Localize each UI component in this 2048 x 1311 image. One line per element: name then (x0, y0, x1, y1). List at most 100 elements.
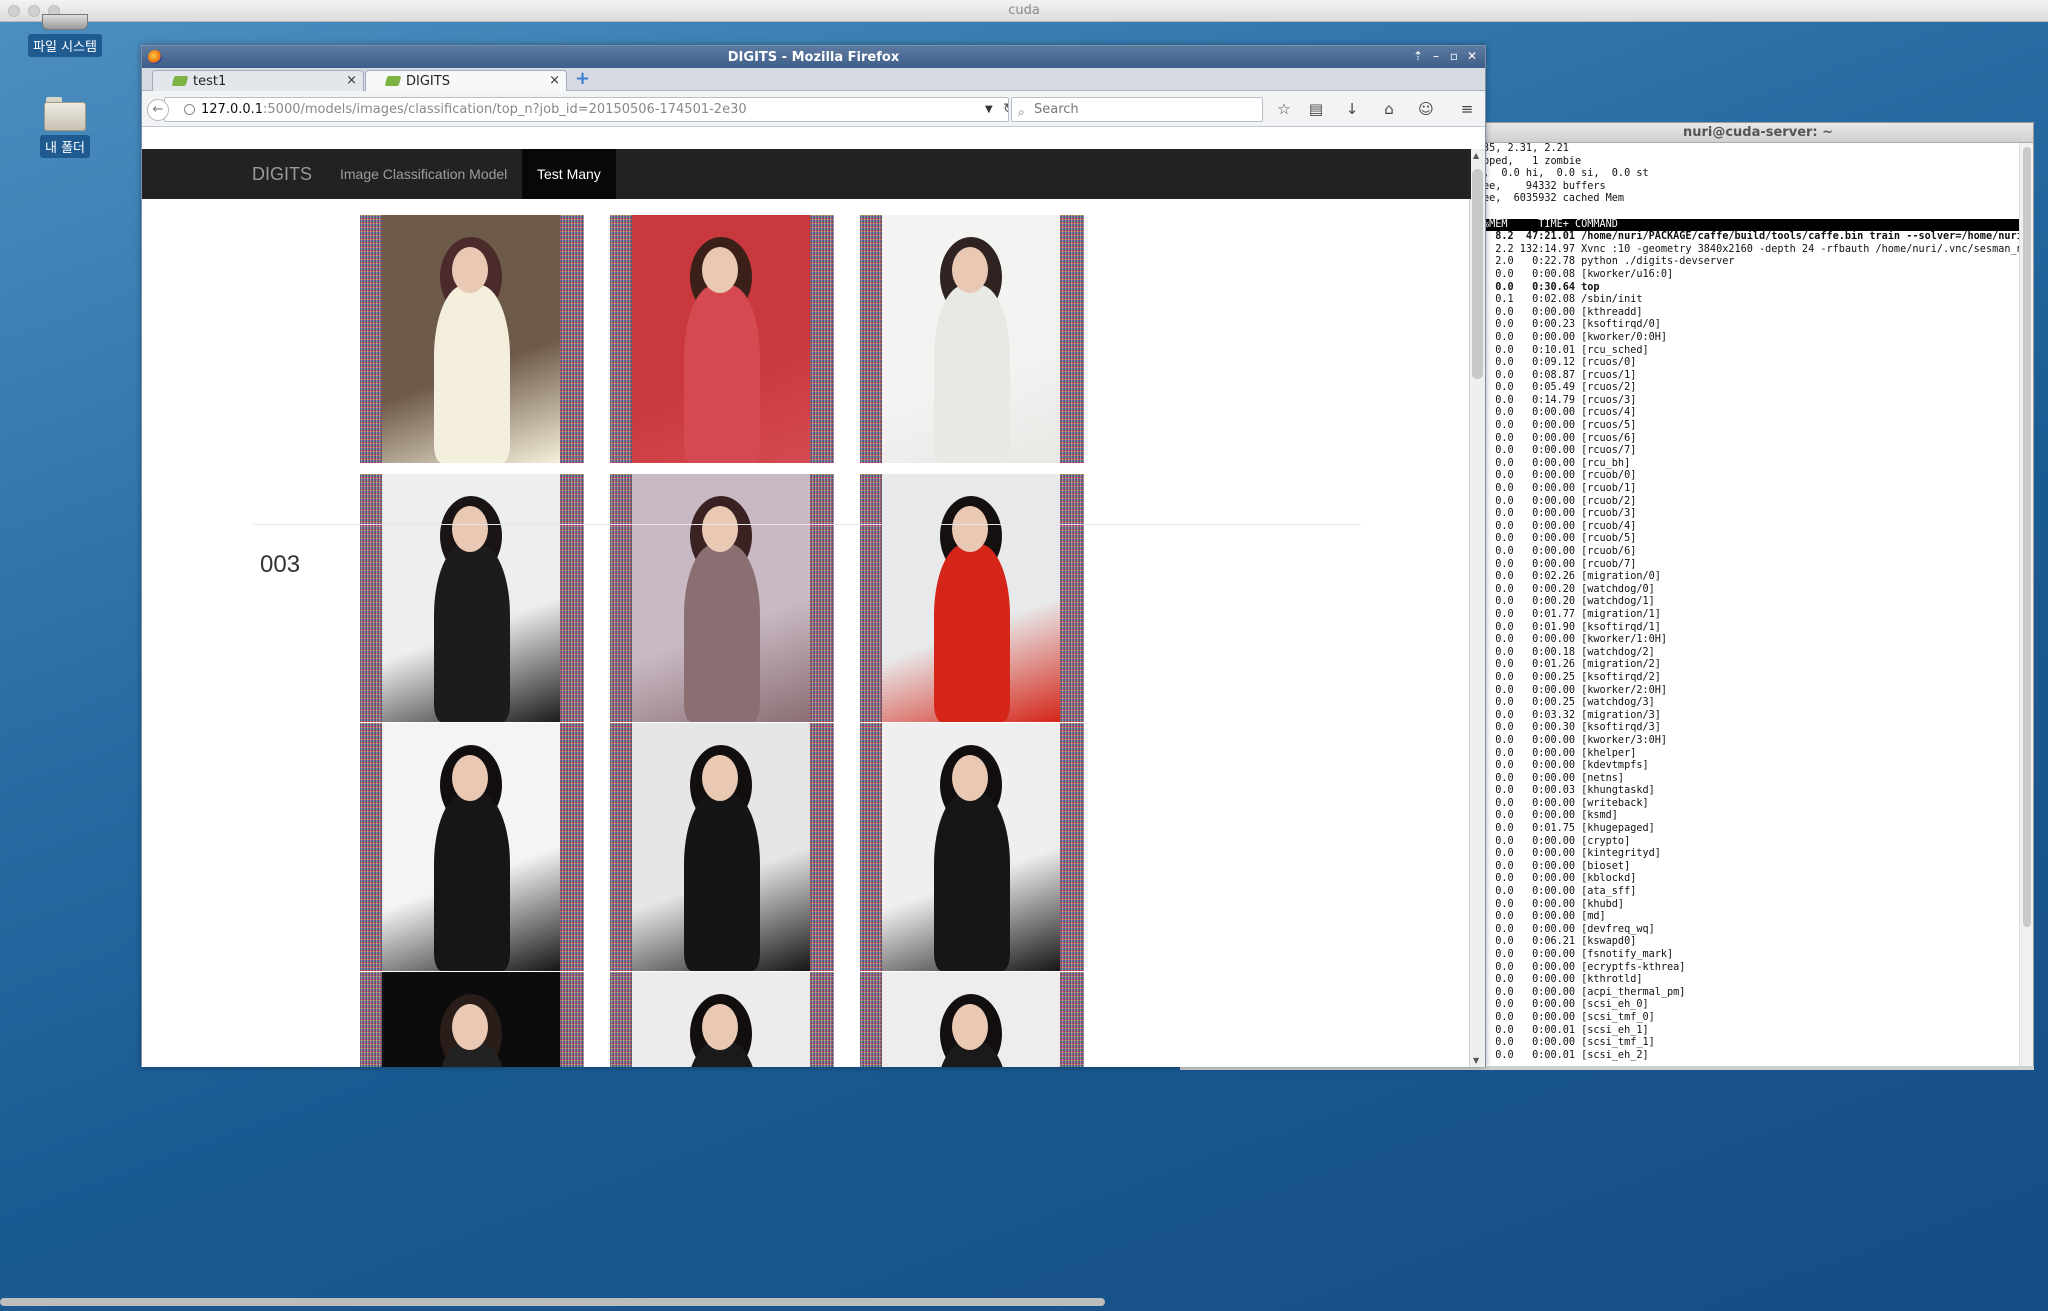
site-identity-icon[interactable] (184, 104, 195, 115)
back-icon[interactable]: ← (147, 99, 169, 121)
window-maximize-icon[interactable]: ▫ (1447, 48, 1461, 64)
figure-face (952, 755, 988, 801)
figure-silhouette (934, 793, 1010, 971)
figure-face (452, 755, 488, 801)
process-row: 0.0 0:00.00 [acpi_thermal_pm] (1483, 986, 1686, 998)
photo-content (382, 215, 560, 463)
figure-silhouette (434, 544, 510, 722)
photo-content (632, 215, 810, 463)
home-icon[interactable]: ⌂ (1378, 99, 1400, 119)
process-row: 0.0 0:00.00 [rcuob/1] (1483, 483, 1637, 495)
terminal-output[interactable]: 35, 2.31, 2.21 pped, 1 zombie, 0.0 hi, 0.… (1483, 143, 2019, 1067)
window-minimize-icon[interactable]: – (1429, 48, 1443, 64)
thumbnail-image[interactable] (610, 972, 834, 1067)
thumbnail-image[interactable] (360, 215, 584, 463)
process-row: 0.0 0:00.00 [crypto] (1483, 835, 1631, 847)
process-row: 0.0 0:00.00 [rcuob/6] (1483, 546, 1637, 557)
photo-content (632, 474, 810, 722)
process-row: 0.0 0:00.00 [fsnotify_mark] (1483, 949, 1674, 960)
thumbnail-image[interactable] (860, 972, 1084, 1067)
figure-face (452, 506, 488, 552)
desktop-horizontal-scrollbar[interactable] (0, 1298, 1105, 1306)
process-row: 0.0 0:00.00 [kworker/0:0H] (1483, 331, 1668, 343)
process-row: 0.0 0:02.26 [migration/0] (1483, 571, 1661, 583)
terminal-window[interactable]: nuri@cuda-server: ~ 35, 2.31, 2.21 pped, … (1482, 122, 2034, 1068)
process-row: 0.0 0:00.00 [rcuob/4] (1483, 520, 1637, 532)
thumbnail-image[interactable] (360, 972, 584, 1067)
photo-content (632, 723, 810, 971)
thumbnail-image[interactable] (610, 723, 834, 971)
process-row: 0.0 0:00.00 [ecryptfs-kthrea] (1483, 961, 1686, 973)
nav-link-model[interactable]: Image Classification Model (340, 166, 507, 182)
process-row: 0.0 0:00.00 [ksmd] (1483, 810, 1618, 822)
window-up-icon[interactable]: ⇡ (1411, 48, 1425, 64)
process-row: 0.0 0:01.77 [migration/1] (1483, 608, 1661, 620)
thumbnail-image[interactable] (360, 723, 584, 971)
process-row: 0.0 0:30.64 top (1483, 281, 1600, 293)
process-row: 0.0 0:00.00 [rcuos/6] (1483, 432, 1637, 444)
reload-icon[interactable]: ↻ (1003, 98, 1008, 121)
photo-content (882, 723, 1060, 971)
scroll-down-icon[interactable]: ▼ (1473, 1056, 1479, 1065)
chat-icon[interactable]: ☺ (1415, 99, 1437, 119)
process-row: 0.0 0:00.00 [rcuob/5] (1483, 533, 1637, 545)
process-row: 0.0 0:00.00 [kworker/3:0H] (1483, 734, 1668, 746)
thumbnail-image[interactable] (860, 215, 1084, 463)
figure-silhouette (934, 285, 1010, 463)
process-row: 0.0 0:00.00 [rcuos/5] (1483, 420, 1637, 432)
search-input[interactable]: ⌕ Search (1011, 97, 1263, 122)
tab-close-icon[interactable]: × (549, 73, 560, 88)
download-icon[interactable]: ↓ (1341, 99, 1363, 119)
figure-face (452, 1004, 488, 1050)
digits-brand-link[interactable]: DIGITS (252, 164, 312, 185)
process-row: 0.0 0:01.90 [ksoftirqd/1] (1483, 621, 1661, 633)
bookmark-star-icon[interactable]: ☆ (1273, 99, 1295, 119)
window-close-icon[interactable]: ✕ (1465, 48, 1479, 64)
nvidia-favicon-icon (171, 76, 189, 86)
host-window-titlebar: cuda (0, 0, 2048, 22)
search-icon: ⌕ (1018, 105, 1025, 119)
thumbnail-image[interactable] (610, 215, 834, 463)
scrollbar-thumb[interactable] (1472, 169, 1483, 379)
tab-close-icon[interactable]: × (346, 73, 357, 88)
process-row: 0.0 0:00.00 [kthrotld] (1483, 974, 1643, 986)
process-row: 0.0 0:14.79 [rcuos/3] (1483, 394, 1637, 406)
page-content: DIGITS Image Classification Model Test M… (142, 149, 1471, 1067)
url-bar[interactable]: 127.0.0.1:5000/models/images/classificat… (164, 97, 1009, 122)
new-tab-button[interactable]: + (575, 70, 590, 88)
page-scrollbar[interactable]: ▲ ▼ (1469, 149, 1485, 1067)
process-row: 0.0 0:06.21 [kswapd0] (1483, 936, 1637, 948)
desktop-icon-filesystem[interactable]: 파일 시스템 (27, 14, 103, 57)
desktop-icon-home-folder[interactable]: 내 폴더 (27, 97, 103, 158)
process-row: 0.0 0:00.01 [scsi_eh_1] (1483, 1024, 1649, 1036)
thumbnail-image[interactable] (860, 723, 1084, 971)
terminal-summary-line: ee, 94332 buffers (1483, 180, 1606, 192)
url-dropdown-icon[interactable]: ▼ (985, 98, 993, 121)
nav-link-test-many[interactable]: Test Many (522, 149, 616, 199)
figure-silhouette (934, 544, 1010, 722)
reading-list-icon[interactable]: ▤ (1305, 99, 1327, 119)
terminal-column-header: %MEM TIME+ COMMAND (1483, 218, 2019, 232)
terminal-scrollbar[interactable] (2019, 143, 2033, 1067)
process-row: 0.0 0:00.00 [devfreq_wq] (1483, 923, 1655, 935)
navigation-toolbar: 127.0.0.1:5000/models/images/classificat… (142, 91, 1485, 127)
terminal-summary-line: , 0.0 hi, 0.0 si, 0.0 st (1483, 168, 1649, 180)
process-row: 8.2 47:21.01 /home/nuri/PACKAGE/caffe/bu… (1483, 231, 2019, 243)
thumbnail-image[interactable] (610, 474, 834, 722)
process-row: 0.0 0:00.00 [rcuob/0] (1483, 470, 1637, 482)
process-row: 0.0 0:08.87 [rcuos/1] (1483, 369, 1637, 381)
figure-silhouette (684, 285, 760, 463)
process-row: 0.0 0:00.00 [rcuob/3] (1483, 508, 1637, 520)
tab-digits[interactable]: DIGITS × (365, 70, 567, 91)
process-row: 0.0 0:00.00 [rcuob/2] (1483, 495, 1637, 507)
process-row: 0.0 0:10.01 [rcu_sched] (1483, 344, 1649, 356)
process-row: 0.0 0:00.00 [rcu_bh] (1483, 457, 1631, 469)
scroll-up-icon[interactable]: ▲ (1473, 151, 1479, 160)
process-row: 0.0 0:00.23 [ksoftirqd/0] (1483, 319, 1661, 331)
tab-label: test1 (193, 74, 227, 89)
process-row: 0.0 0:00.01 [scsi_eh_2] (1483, 1049, 1649, 1061)
thumbnail-image[interactable] (360, 474, 584, 722)
tab-test1[interactable]: test1 × (152, 70, 364, 91)
menu-icon[interactable]: ≡ (1456, 99, 1478, 119)
thumbnail-image[interactable] (860, 474, 1084, 722)
